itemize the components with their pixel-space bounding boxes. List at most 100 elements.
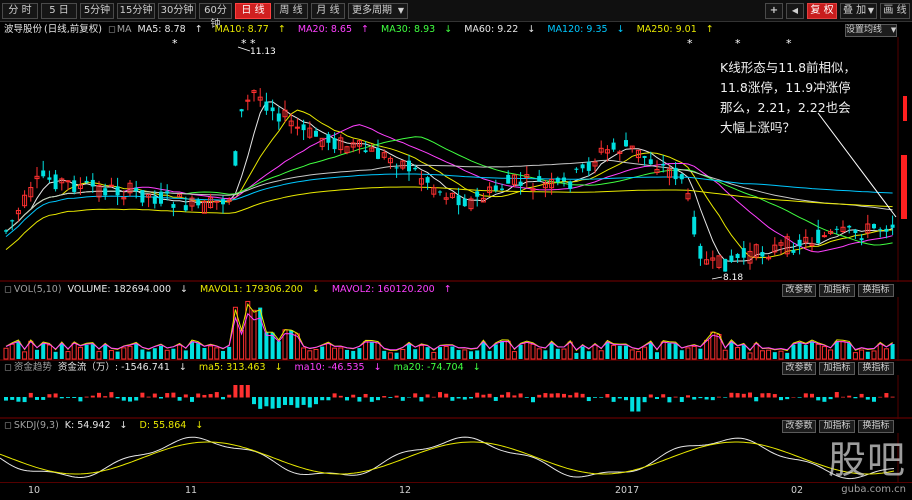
skdj-k-value: K: 54.942 ↓	[64, 420, 128, 431]
candle-body	[500, 188, 504, 190]
volume-chart	[0, 297, 912, 361]
fund-flow-bar	[407, 397, 411, 398]
candle-body	[332, 138, 337, 150]
fund-flow-bar	[822, 397, 827, 402]
vol-switch-indicator-button[interactable]: 换指标	[858, 284, 894, 297]
fund-flow-bar	[90, 395, 95, 398]
volume-bar	[413, 349, 418, 359]
ma-line	[5, 159, 893, 232]
fund-flow-bar	[667, 397, 672, 403]
volume-bar	[450, 346, 455, 359]
high-price-label: 11.13	[250, 47, 276, 57]
fund-flow-bar	[332, 393, 337, 398]
candle-body	[326, 134, 331, 143]
volume-bar	[276, 341, 281, 359]
candle-body	[506, 174, 511, 184]
period-60min-button[interactable]: 60分钟	[199, 3, 232, 30]
fund-flow-bar	[450, 397, 455, 401]
period-5day-button[interactable]: 5 日	[41, 3, 77, 19]
period-monthly-button[interactable]: 月 线	[311, 3, 345, 19]
candle-body	[884, 228, 889, 232]
fund-add-indicator-button[interactable]: 加指标	[819, 362, 855, 375]
fund-params-button[interactable]: 改参数	[782, 362, 816, 375]
volume-bar	[555, 348, 560, 359]
candle-body	[692, 216, 697, 235]
volume-bar	[96, 350, 102, 360]
fund-flow-bar	[698, 397, 703, 399]
fund-switch-indicator-button[interactable]: 换指标	[858, 362, 894, 375]
candle-body	[834, 228, 839, 230]
fund-flow-bar	[803, 393, 808, 398]
volume-bar	[753, 343, 759, 360]
volume-bar	[648, 342, 653, 359]
skdj-switch-indicator-button[interactable]: 换指标	[858, 420, 894, 433]
nav-left-button[interactable]: ◀	[786, 3, 804, 19]
watermark-logo-text: 股吧	[827, 438, 906, 482]
fund-flow-bar	[196, 393, 201, 398]
vol-params-button[interactable]: 改参数	[782, 284, 816, 297]
skdj-params-button[interactable]: 改参数	[782, 420, 816, 433]
candle-body	[239, 109, 244, 112]
period-weekly-button[interactable]: 周 线	[274, 3, 308, 19]
ma-settings-dropdown[interactable]: 设置均线 ▼	[845, 24, 897, 37]
fund-flow-bar	[289, 397, 294, 406]
candle-body	[661, 164, 666, 166]
fuquan-button[interactable]: 复 权	[807, 3, 837, 19]
ma-indicator-icon: ◻	[107, 24, 116, 35]
volume-bar	[778, 350, 784, 360]
candle-body	[562, 177, 566, 182]
fund-flow-bar	[772, 394, 777, 398]
fund-flow-bar	[574, 392, 579, 398]
fund-flow-bar	[171, 392, 176, 398]
candle-body	[853, 229, 858, 234]
period-15min-button[interactable]: 15分钟	[117, 3, 155, 19]
fund-flow-bar	[394, 395, 399, 398]
volume-bar	[301, 347, 307, 360]
period-more-dropdown[interactable]: 更多周期 ▼	[348, 3, 408, 19]
candle-body	[462, 198, 467, 207]
candle-body	[611, 142, 616, 150]
fund-flow-bar	[202, 394, 207, 398]
zoom-in-button[interactable]: +	[765, 3, 783, 19]
fund-flow-bar	[729, 392, 734, 398]
volume-bar	[214, 347, 220, 360]
volume-bar	[574, 352, 579, 359]
volume-bar	[759, 350, 765, 360]
candle-body	[413, 167, 418, 170]
period-30min-button[interactable]: 30分钟	[158, 3, 196, 19]
candle-body	[493, 185, 498, 191]
fund-flow-bar	[568, 395, 573, 398]
candle-body	[363, 150, 368, 153]
volume-bar	[456, 350, 461, 359]
draw-line-button[interactable]: 画 线	[880, 3, 910, 19]
volume-bar	[394, 352, 399, 359]
fund-flow-bar	[890, 396, 895, 398]
fund-flow-bar	[431, 396, 436, 398]
fund-flow-bar	[865, 397, 870, 400]
volume-bar	[469, 351, 473, 359]
vol-add-indicator-button[interactable]: 加指标	[819, 284, 855, 297]
fund-flow-bar	[586, 397, 591, 402]
volume-bar	[59, 343, 64, 359]
fund-flow-bar	[500, 394, 504, 398]
fund-ma5-value: ma5: 313.463 ↓	[198, 362, 283, 373]
ma10-value: MA10: 8.77 ↑	[214, 24, 286, 35]
volume-bar	[729, 341, 734, 359]
overlay-dropdown[interactable]: 叠 加 ▼	[840, 3, 877, 19]
skdj-add-indicator-button[interactable]: 加指标	[819, 420, 855, 433]
fund-flow-bar	[4, 397, 8, 401]
candle-body	[264, 101, 269, 111]
fund-flow-bar	[159, 397, 163, 399]
fund-flow-value: 资金流（万）: -1546.741 ↓	[57, 362, 187, 373]
period-daily-button[interactable]: 日 线	[235, 3, 271, 19]
period-fenshi-button[interactable]: 分 时	[2, 3, 38, 19]
candle-body	[821, 235, 827, 238]
fund-flow-bar	[22, 397, 27, 403]
fund-flow-bar	[190, 397, 194, 402]
fund-flow-bar	[884, 393, 889, 398]
volume-bar	[611, 344, 617, 360]
ma-label: MA	[116, 24, 132, 35]
period-5min-button[interactable]: 5分钟	[80, 3, 114, 19]
ma-line	[5, 136, 893, 246]
volume-bar	[791, 344, 796, 359]
